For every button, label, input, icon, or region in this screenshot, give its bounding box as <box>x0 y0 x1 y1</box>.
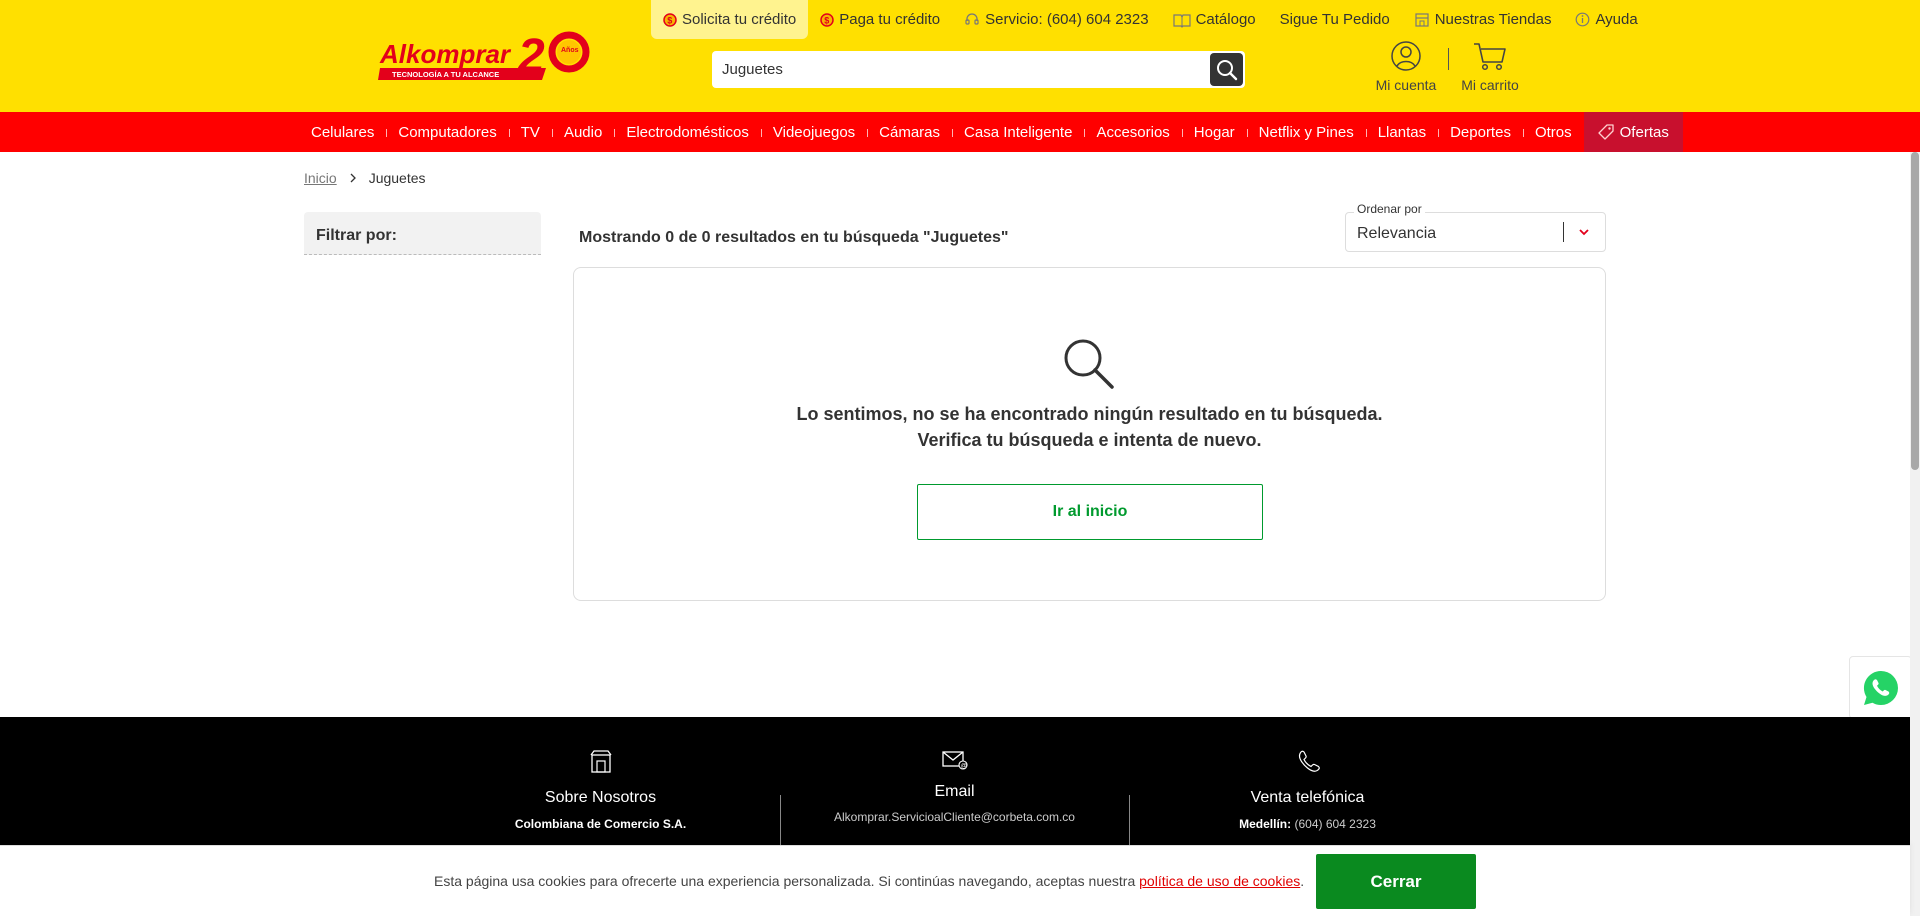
store-icon <box>1415 12 1429 27</box>
search-button[interactable] <box>1210 53 1243 86</box>
credit-coin-icon: $ <box>820 12 834 27</box>
toplink-label: Sigue Tu Pedido <box>1279 11 1390 28</box>
nav-item-ofertas[interactable]: Ofertas <box>1583 112 1683 152</box>
cookie-message: Esta página usa cookies para ofrecerte u… <box>434 873 1304 889</box>
toplink-solicita-credito[interactable]: $ Solicita tu crédito <box>651 0 809 39</box>
sort-divider <box>1563 222 1564 242</box>
footer-phone-title: Venta telefónica <box>1250 789 1365 806</box>
page-scrollbar-thumb[interactable] <box>1911 152 1919 470</box>
nav-item-deportes[interactable]: Deportes <box>1438 112 1523 152</box>
footer-about: Sobre Nosotros Colombiana de Comercio S.… <box>428 717 773 831</box>
cookie-close-button[interactable]: Cerrar <box>1316 854 1476 909</box>
svg-text:$: $ <box>825 15 830 25</box>
phone-icon <box>1298 750 1320 772</box>
toplink-servicio[interactable]: Servicio: (604) 604 2323 <box>952 0 1160 39</box>
chevron-right-icon <box>350 173 356 183</box>
toplink-label: Solicita tu crédito <box>682 11 797 28</box>
svg-text:Años: Años <box>561 47 579 54</box>
toplink-tiendas[interactable]: Nuestras Tiendas <box>1402 0 1564 39</box>
cart-icon <box>1474 43 1506 71</box>
nav-item-netflix-pines[interactable]: Netflix y Pines <box>1246 112 1366 152</box>
toplink-ayuda[interactable]: Ayuda <box>1563 0 1649 39</box>
nav-item-tv[interactable]: TV <box>508 112 552 152</box>
footer-phone-number[interactable]: (604) 604 2323 <box>1294 817 1375 831</box>
headset-icon <box>965 12 979 25</box>
nav-item-otros[interactable]: Otros <box>1522 112 1584 152</box>
search-input[interactable] <box>712 51 1210 88</box>
search-icon <box>1216 59 1237 80</box>
breadcrumb-current: Juguetes <box>368 170 426 186</box>
toplink-catalogo[interactable]: Catálogo <box>1161 0 1268 39</box>
account-button[interactable]: Mi cuenta <box>1368 40 1444 93</box>
sort-select[interactable]: Ordenar por Relevancia <box>1345 202 1606 252</box>
store-icon <box>589 750 612 773</box>
toplink-paga-credito[interactable]: $ Paga tu crédito <box>808 0 952 39</box>
svg-text:@: @ <box>960 764 966 770</box>
toplink-label: Servicio: (604) 604 2323 <box>985 11 1149 28</box>
empty-results-line-1: Lo sentimos, no se ha encontrado ningún … <box>796 404 1383 424</box>
empty-results-line-2: Verifica tu búsqueda e intenta de nuevo. <box>917 430 1262 450</box>
toplink-label: Nuestras Tiendas <box>1434 11 1552 28</box>
nav-item-videojuegos[interactable]: Videojuegos <box>760 112 867 152</box>
book-icon <box>1172 13 1191 28</box>
ofertas-label: Ofertas <box>1619 123 1669 141</box>
credit-coin-icon: $ <box>663 12 677 27</box>
nav-item-computadores[interactable]: Computadores <box>386 112 508 152</box>
empty-results-message: Lo sentimos, no se ha encontrado ningún … <box>574 401 1605 453</box>
toplink-label: Ayuda <box>1595 11 1638 28</box>
svg-text:TECNOLOGÍA A TU ALCANCE: TECNOLOGÍA A TU ALCANCE <box>392 70 499 79</box>
whatsapp-icon <box>1863 670 1898 705</box>
email-icon: @ <box>941 751 968 770</box>
nav-item-casa-inteligente[interactable]: Casa Inteligente <box>952 112 1084 152</box>
cart-label: Mi carrito <box>1461 77 1519 93</box>
nav-item-camaras[interactable]: Cámaras <box>867 112 952 152</box>
footer-phone-line: Medellín: (604) 604 2323 <box>1135 817 1480 831</box>
nav-item-hogar[interactable]: Hogar <box>1181 112 1247 152</box>
nav-item-llantas[interactable]: Llantas <box>1365 112 1438 152</box>
cookie-text: Esta página usa cookies para ofrecerte u… <box>434 873 1136 889</box>
cookie-text-end: . <box>1300 873 1305 889</box>
sort-value: Relevancia <box>1357 225 1437 242</box>
svg-text:$: $ <box>667 15 672 25</box>
nav-item-celulares[interactable]: Celulares <box>299 112 386 152</box>
chevron-down-icon <box>1579 229 1589 236</box>
account-label: Mi cuenta <box>1375 77 1437 93</box>
footer-about-company: Colombiana de Comercio S.A. <box>514 817 687 831</box>
header-divider <box>1448 48 1449 70</box>
footer-phone-city: Medellín: <box>1239 817 1292 831</box>
filter-panel-title: Filtrar por: <box>304 212 541 255</box>
go-home-button[interactable]: Ir al inicio <box>917 484 1263 540</box>
nav-item-electrodomesticos[interactable]: Electrodomésticos <box>614 112 761 152</box>
user-icon <box>1391 41 1421 71</box>
footer-email-title: Email <box>934 783 975 800</box>
top-links: $ Solicita tu crédito $ Paga tu crédito … <box>651 0 1650 39</box>
breadcrumb: Inicio Juguetes <box>304 170 426 186</box>
breadcrumb-home-link[interactable]: Inicio <box>304 170 337 186</box>
toplink-label: Paga tu crédito <box>839 11 941 28</box>
cart-button[interactable]: Mi carrito <box>1450 40 1530 93</box>
cookie-policy-link[interactable]: política de uso de cookies <box>1139 873 1300 889</box>
header: Alkomprar TECNOLOGÍA A TU ALCANCE 2 Años… <box>0 0 1920 112</box>
svg-text:Alkomprar: Alkomprar <box>379 39 512 69</box>
svg-text:2: 2 <box>517 30 545 83</box>
whatsapp-button[interactable] <box>1849 656 1912 719</box>
footer-email: @ Email Alkomprar.ServicioalCliente@corb… <box>782 717 1127 824</box>
info-icon <box>1576 12 1590 27</box>
search-icon <box>1064 339 1114 389</box>
footer-email-address[interactable]: Alkomprar.ServicioalCliente@corbeta.com.… <box>782 810 1127 824</box>
empty-results-panel: Lo sentimos, no se ha encontrado ningún … <box>573 267 1606 601</box>
results-summary: Mostrando 0 de 0 resultados en tu búsque… <box>579 229 1009 246</box>
footer-about-title: Sobre Nosotros <box>544 789 657 806</box>
nav-item-audio[interactable]: Audio <box>551 112 614 152</box>
tag-icon <box>1597 124 1614 140</box>
toplink-label: Catálogo <box>1195 11 1256 28</box>
footer-phone: Venta telefónica Medellín: (604) 604 232… <box>1135 717 1480 831</box>
category-nav: Celulares Computadores TV Audio Electrod… <box>0 112 1920 152</box>
search-bar <box>712 51 1245 88</box>
nav-item-accesorios[interactable]: Accesorios <box>1084 112 1181 152</box>
cookie-banner: Esta página usa cookies para ofrecerte u… <box>0 845 1910 916</box>
alkomprar-logo[interactable]: Alkomprar TECNOLOGÍA A TU ALCANCE 2 Años <box>378 28 593 86</box>
sort-label: Ordenar por <box>1354 202 1425 216</box>
toplink-sigue-pedido[interactable]: Sigue Tu Pedido <box>1268 0 1402 39</box>
